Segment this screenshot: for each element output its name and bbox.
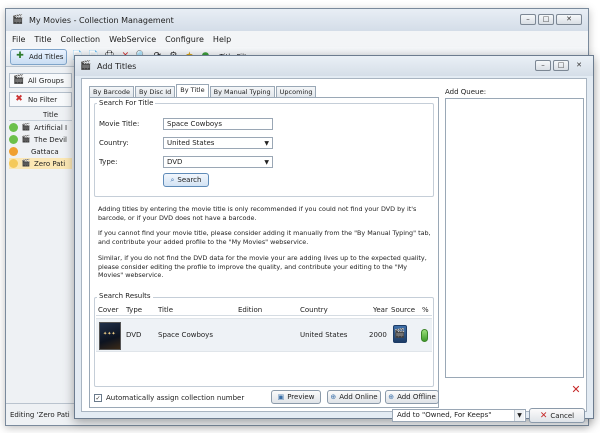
search-icon: ⌕ — [170, 175, 175, 184]
main-window-titlebar: 🎬 My Movies - Collection Management – □ … — [6, 9, 588, 31]
col-year[interactable]: Year — [373, 306, 388, 314]
title-column-header[interactable]: Title — [9, 110, 72, 121]
auto-assign-row: ✓ Automatically assign collection number — [94, 394, 244, 402]
all-groups-button[interactable]: 🎬 All Groups — [9, 73, 72, 88]
result-row[interactable]: ✦✦✦ DVD Space Cowboys United States 2000… — [96, 318, 432, 352]
dialog-close-button[interactable]: ✕ — [571, 60, 587, 71]
add-titles-toolbar-button[interactable]: ✚ Add Titles — [10, 48, 68, 65]
add-titles-dialog: 🎬 Add Titles – □ ✕ By Barcode By Disc Id… — [74, 55, 594, 423]
quality-indicator-icon — [421, 329, 428, 342]
menu-bar: File Title Collection WebService Configu… — [6, 31, 588, 47]
source-icon: 🎬 — [393, 325, 407, 343]
chevron-down-icon: ▼ — [264, 140, 269, 147]
col-source[interactable]: Source — [391, 306, 415, 314]
result-country: United States — [300, 331, 348, 339]
info-paragraph: Adding titles by entering the movie titl… — [98, 205, 417, 222]
title-row-selected[interactable]: 🎬 Zero Pati — [9, 158, 72, 169]
type-select[interactable]: DVD ▼ — [163, 156, 273, 168]
col-title[interactable]: Title — [158, 306, 173, 314]
result-year: 2000 — [369, 331, 387, 339]
no-filter-button[interactable]: ✖ No Filter — [9, 92, 72, 107]
title-row[interactable]: Gattaca — [9, 146, 72, 157]
tab-upcoming[interactable]: Upcoming — [275, 86, 317, 97]
filter-off-icon: ✖ — [15, 94, 23, 104]
tab-by-disc-id[interactable]: By Disc Id — [135, 86, 176, 97]
close-button[interactable]: ✕ — [556, 14, 582, 25]
dialog-maximize-button[interactable]: □ — [553, 60, 569, 71]
result-type: DVD — [126, 331, 142, 339]
tab-by-title[interactable]: By Title — [176, 84, 209, 97]
col-cover[interactable]: Cover — [98, 306, 119, 314]
cancel-button[interactable]: ✕ Cancel — [529, 408, 585, 423]
add-queue-label: Add Queue: — [445, 88, 487, 96]
movie-title-label: Movie Title: — [99, 120, 140, 128]
tab-by-barcode[interactable]: By Barcode — [89, 86, 135, 97]
search-section-title: Search For Title — [97, 99, 156, 107]
menu-help[interactable]: Help — [213, 35, 231, 44]
info-paragraph: If you cannot find your movie title, ple… — [98, 229, 431, 246]
col-country[interactable]: Country — [300, 306, 328, 314]
status-text: Editing 'Zero Pati — [10, 410, 70, 419]
menu-title[interactable]: Title — [34, 35, 51, 44]
status-dot-icon — [9, 135, 18, 144]
movie-title-input[interactable]: Space Cowboys — [163, 118, 273, 130]
remove-from-queue-icon[interactable]: ✕ — [569, 382, 583, 396]
add-online-icon: ⊕ — [330, 393, 337, 401]
auto-assign-label: Automatically assign collection number — [106, 394, 245, 402]
info-paragraph: Similar, if you do not find the DVD data… — [98, 254, 427, 279]
menu-file[interactable]: File — [12, 35, 25, 44]
cancel-icon: ✕ — [539, 410, 548, 421]
menu-webservice[interactable]: WebService — [109, 35, 156, 44]
groups-icon: 🎬 — [13, 75, 25, 85]
add-offline-button[interactable]: ⊕ Add Offline — [385, 390, 439, 404]
dvd-icon: 🎬 — [21, 135, 31, 143]
title-row[interactable]: 🎬 The Devil — [9, 134, 72, 145]
main-window-controls: – □ ✕ — [520, 14, 582, 25]
col-type[interactable]: Type — [126, 306, 142, 314]
result-title: Space Cowboys — [158, 331, 213, 339]
chevron-down-icon: ▼ — [514, 410, 524, 421]
col-percent[interactable]: % — [422, 306, 429, 314]
dvd-icon: 🎬 — [21, 159, 31, 167]
dialog-content: By Barcode By Disc Id By Title By Manual… — [81, 78, 587, 423]
results-header: Cover Type Title Edition Country Year So… — [96, 306, 432, 316]
type-label: Type: — [99, 158, 118, 166]
menu-configure[interactable]: Configure — [165, 35, 204, 44]
preview-icon: ▣ — [277, 393, 285, 401]
cover-thumbnail: ✦✦✦ — [99, 322, 121, 350]
col-edition[interactable]: Edition — [238, 306, 262, 314]
maximize-button[interactable]: □ — [538, 14, 554, 25]
menu-collection[interactable]: Collection — [61, 35, 101, 44]
tab-by-manual-typing[interactable]: By Manual Typing — [209, 86, 275, 97]
dialog-controls: – □ ✕ — [535, 60, 587, 71]
status-dot-icon — [9, 123, 18, 132]
dialog-titlebar: 🎬 Add Titles – □ ✕ — [75, 56, 593, 76]
dialog-title: Add Titles — [97, 61, 137, 71]
dialog-app-icon: 🎬 — [80, 60, 92, 71]
results-section-title: Search Results — [97, 292, 153, 300]
country-label: Country: — [99, 139, 129, 147]
dialog-minimize-button[interactable]: – — [535, 60, 551, 71]
dvd-icon: 🎬 — [21, 123, 31, 131]
by-title-panel: Search For Title Movie Title: Space Cowb… — [89, 97, 439, 408]
search-button[interactable]: ⌕ Search — [163, 173, 209, 187]
add-offline-icon: ⊕ — [388, 393, 395, 401]
status-dot-icon — [9, 147, 18, 156]
main-window-title: My Movies - Collection Management — [29, 15, 174, 25]
country-select[interactable]: United States ▼ — [163, 137, 273, 149]
preview-button[interactable]: ▣ Preview — [271, 390, 321, 404]
app-icon: 🎬 — [12, 14, 24, 25]
status-dot-icon — [9, 159, 18, 168]
chevron-down-icon: ▼ — [264, 159, 269, 166]
cover-art-icon: ✦✦✦ — [103, 331, 116, 337]
add-online-button[interactable]: ⊕ Add Online — [327, 390, 381, 404]
add-to-select[interactable]: Add to "Owned, For Keeps" ▼ — [392, 409, 526, 422]
auto-assign-checkbox[interactable]: ✓ — [94, 394, 102, 402]
minimize-button[interactable]: – — [520, 14, 536, 25]
title-row[interactable]: 🎬 Artificial I — [9, 122, 72, 133]
tab-strip: By Barcode By Disc Id By Title By Manual… — [89, 84, 317, 97]
side-panel: 🎬 All Groups ✖ No Filter Title 🎬 Artific… — [6, 67, 74, 425]
add-title-icon: ✚ — [16, 51, 24, 61]
add-queue-list[interactable] — [445, 98, 584, 378]
